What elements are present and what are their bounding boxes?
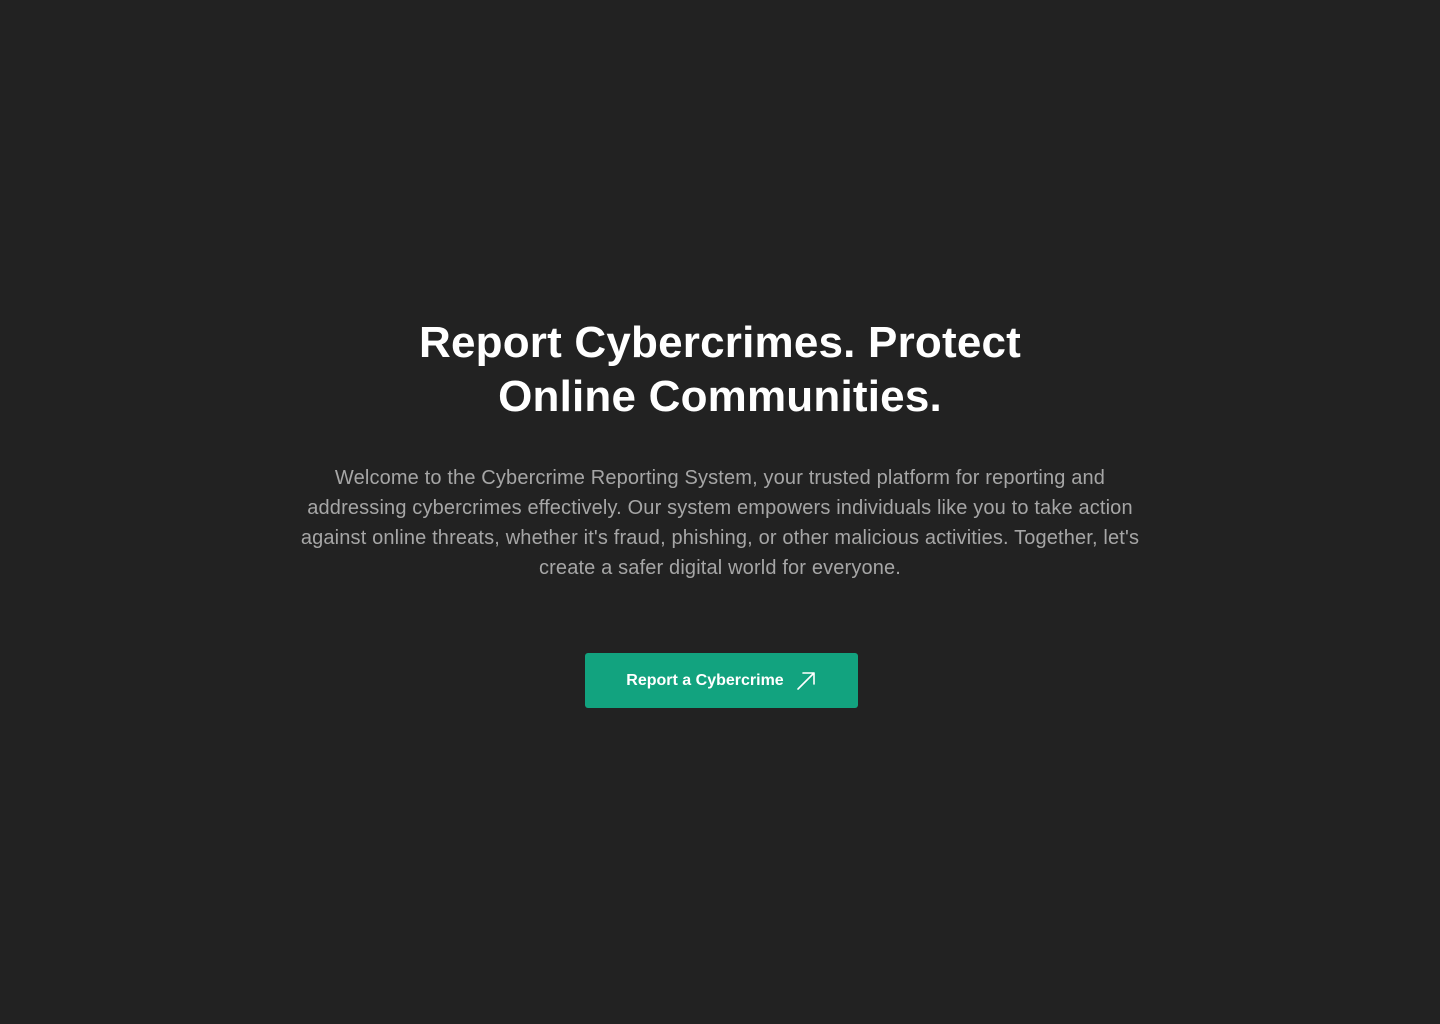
hero-title: Report Cybercrimes. Protect Online Commu… (418, 318, 1022, 421)
report-cybercrime-button[interactable]: Report a Cybercrime (585, 653, 858, 708)
hero-description: Welcome to the Cybercrime Reporting Syst… (300, 467, 1140, 579)
arrow-up-right-icon (795, 670, 817, 692)
hero-section: Report Cybercrimes. Protect Online Commu… (0, 0, 1440, 1024)
report-cybercrime-label: Report a Cybercrime (626, 671, 784, 689)
